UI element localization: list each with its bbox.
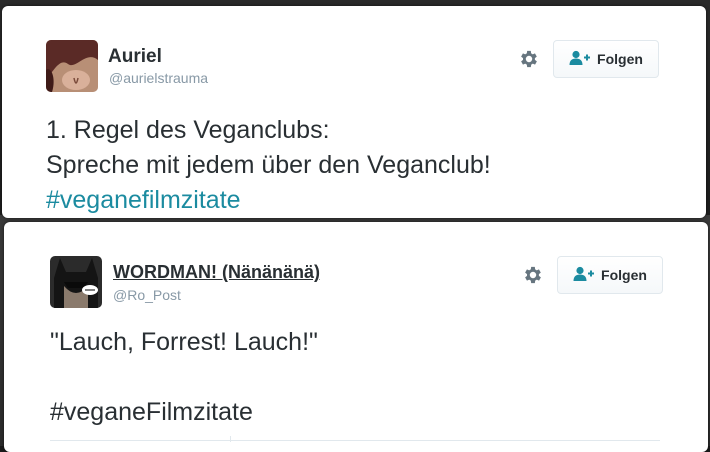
author-handle[interactable]: @Ro_Post <box>113 287 181 303</box>
tweet-text: 1. Regel des Veganclubs: Spreche mit jed… <box>46 113 491 218</box>
tweet-card: Auriel @aurielstrauma Folgen 1. Regel de… <box>2 6 706 218</box>
divider <box>230 436 231 442</box>
author-name[interactable]: Auriel <box>108 46 162 68</box>
gear-icon[interactable] <box>518 48 540 70</box>
author-handle[interactable]: @aurielstrauma <box>109 70 208 86</box>
avatar[interactable] <box>50 256 102 308</box>
divider <box>50 440 660 441</box>
follow-label: Folgen <box>597 51 643 67</box>
tweet-line: 1. Regel des Veganclubs: <box>46 116 330 144</box>
hashtag-link[interactable]: #veganefilmzitate <box>46 183 491 218</box>
hashtag-link[interactable]: #veganeFilmzitate <box>50 395 318 430</box>
follow-button[interactable]: Folgen <box>557 256 663 294</box>
avatar[interactable] <box>46 40 98 92</box>
tweet-text: "Lauch, Forrest! Lauch!" #veganeFilmzita… <box>50 325 318 430</box>
follow-button[interactable]: Folgen <box>553 40 659 78</box>
follow-label: Folgen <box>601 267 647 283</box>
user-plus-icon <box>573 266 595 285</box>
user-plus-icon <box>569 50 591 69</box>
author-name[interactable]: WORDMAN! (Nänänänä) <box>113 262 320 283</box>
tweet-card: WORDMAN! (Nänänänä) @Ro_Post Folgen "Lau… <box>4 222 708 452</box>
gear-icon[interactable] <box>522 264 544 286</box>
tweet-line: "Lauch, Forrest! Lauch!" <box>50 328 318 356</box>
tweet-line: Spreche mit jedem über den Veganclub! <box>46 151 491 179</box>
